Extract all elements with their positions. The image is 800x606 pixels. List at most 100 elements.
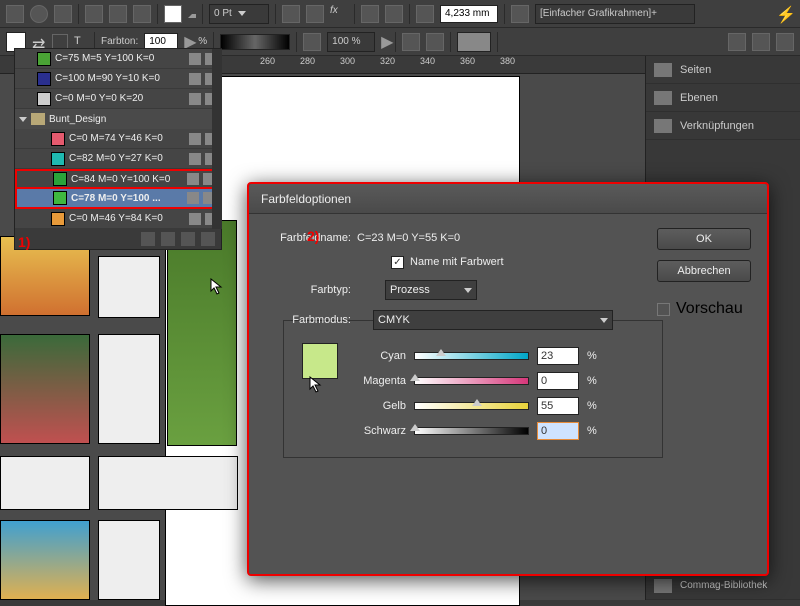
gradient-dropdown[interactable]: [220, 34, 290, 50]
ok-button[interactable]: OK: [657, 228, 751, 250]
swatch-folder[interactable]: Bunt_Design: [15, 109, 221, 129]
image-thumb[interactable]: [167, 220, 237, 446]
schwarz-slider[interactable]: [414, 427, 529, 435]
panel-tab-verknuepfungen[interactable]: Verknüpfungen: [646, 112, 800, 140]
panel-scrollbar[interactable]: [212, 49, 222, 229]
magenta-label: Magenta: [354, 375, 406, 387]
stroke-weight-dropdown[interactable]: 0 Pt: [209, 4, 269, 24]
new-swatch-btn[interactable]: [181, 232, 195, 246]
flash-icon[interactable]: ⚡: [776, 5, 794, 23]
annotation-1: 1): [18, 234, 30, 250]
folder-collapse-icon[interactable]: [19, 117, 27, 122]
swatch-type-icon: [189, 93, 201, 105]
swatch-row[interactable]: C=100 M=90 Y=10 K=0: [15, 69, 221, 89]
top-toolbar-1: 0 Pt fx [Einfacher Grafikrahmen]+ ⚡: [0, 0, 800, 28]
tool-icon[interactable]: [133, 5, 151, 23]
tool-icon[interactable]: [54, 5, 72, 23]
swatch-chip: [53, 191, 67, 205]
links-icon: [654, 119, 672, 133]
folder-icon: [31, 113, 45, 125]
farbtyp-label: Farbtyp:: [271, 284, 351, 296]
tool-icon[interactable]: [361, 5, 379, 23]
panel-tab-seiten[interactable]: Seiten: [646, 56, 800, 84]
image-thumb[interactable]: [98, 256, 160, 318]
delete-swatch-btn[interactable]: [201, 232, 215, 246]
tool-icon[interactable]: [776, 33, 794, 51]
cyan-value-input[interactable]: 23: [537, 347, 579, 365]
fx-icon[interactable]: [282, 5, 300, 23]
tool-icon[interactable]: [511, 5, 529, 23]
swatch-type-icon: [187, 192, 199, 204]
gelb-value-input[interactable]: 55: [537, 397, 579, 415]
swatch-chip: [37, 92, 51, 106]
cyan-slider-row: Cyan 23 %: [354, 343, 644, 368]
farbmodus-select[interactable]: CMYK: [373, 310, 613, 330]
farbtyp-select[interactable]: Prozess: [385, 280, 477, 300]
swatch-row[interactable]: C=84 M=0 Y=100 K=0: [15, 169, 221, 189]
swatch-row[interactable]: C=78 M=0 Y=100 ...: [15, 189, 221, 209]
farbmodus-label: Farbmodus:: [271, 314, 351, 326]
tool-icon[interactable]: [6, 5, 24, 23]
layers-icon: [654, 91, 672, 105]
tool-icon[interactable]: [109, 5, 127, 23]
magenta-slider-row: Magenta 0 %: [354, 368, 644, 393]
name-mit-farbwert-label: Name mit Farbwert: [410, 256, 504, 268]
image-thumb[interactable]: [98, 456, 238, 510]
panel-btn[interactable]: [141, 232, 155, 246]
image-thumb[interactable]: [0, 334, 90, 444]
image-thumb[interactable]: [0, 456, 90, 510]
measure-input[interactable]: [440, 5, 498, 23]
name-mit-farbwert-checkbox[interactable]: ✓: [391, 256, 404, 269]
swatch-chip: [51, 152, 65, 166]
vorschau-checkbox[interactable]: [657, 303, 670, 316]
image-thumb[interactable]: [98, 520, 160, 600]
magenta-slider[interactable]: [414, 377, 529, 385]
swatch-row[interactable]: C=0 M=46 Y=84 K=0: [15, 209, 221, 229]
image-thumb[interactable]: [0, 520, 90, 600]
vorschau-label: Vorschau: [676, 300, 743, 318]
swatch-row[interactable]: C=0 M=0 Y=0 K=20: [15, 89, 221, 109]
gelb-label: Gelb: [354, 400, 406, 412]
swatch-row[interactable]: C=82 M=0 Y=27 K=0: [15, 149, 221, 169]
tool-icon[interactable]: [30, 5, 48, 23]
tool-icon[interactable]: [303, 33, 321, 51]
tool-icon[interactable]: [416, 5, 434, 23]
text-icon[interactable]: T: [74, 35, 88, 49]
swap-icon[interactable]: ⇄: [32, 35, 46, 49]
frame-type-dropdown[interactable]: [Einfacher Grafikrahmen]+: [535, 4, 695, 24]
tool-icon[interactable]: [752, 33, 770, 51]
schwarz-label: Schwarz: [354, 425, 406, 437]
new-folder-btn[interactable]: [161, 232, 175, 246]
swatches-panel: C=75 M=5 Y=100 K=0C=100 M=90 Y=10 K=0C=0…: [14, 48, 222, 250]
schwarz-slider-row: Schwarz 0 %: [354, 418, 644, 443]
farbton-label: Farbton:: [101, 36, 138, 47]
swatch-type-icon: [189, 153, 201, 165]
tool-icon[interactable]: [85, 5, 103, 23]
schwarz-value-input[interactable]: 0: [537, 422, 579, 440]
cyan-slider[interactable]: [414, 352, 529, 360]
swatch-type-icon: [189, 133, 201, 145]
swatch-row[interactable]: C=0 M=74 Y=46 K=0: [15, 129, 221, 149]
opacity-dropdown[interactable]: 100 %: [327, 32, 375, 52]
swatch-chip: [51, 132, 65, 146]
gelb-slider-row: Gelb 55 %: [354, 393, 644, 418]
tool-icon[interactable]: [426, 33, 444, 51]
tool-icon[interactable]: [164, 5, 182, 23]
tool-icon[interactable]: [306, 5, 324, 23]
abbrechen-button[interactable]: Abbrechen: [657, 260, 751, 282]
cyan-label: Cyan: [354, 350, 406, 362]
tool-icon[interactable]: [402, 33, 420, 51]
swatch-row[interactable]: C=75 M=5 Y=100 K=0: [15, 49, 221, 69]
dropdown[interactable]: [457, 32, 491, 52]
gelb-slider[interactable]: [414, 402, 529, 410]
tool-icon[interactable]: fx: [330, 5, 348, 23]
annotation-2: 2): [307, 228, 319, 244]
library-icon: [654, 579, 672, 593]
panel-tab-ebenen[interactable]: Ebenen: [646, 84, 800, 112]
panel-tab-bibliothek[interactable]: Commag-Bibliothek: [646, 572, 800, 600]
swatch-chip: [37, 72, 51, 86]
tool-icon[interactable]: [385, 5, 403, 23]
image-thumb[interactable]: [98, 334, 160, 444]
tool-icon[interactable]: [728, 33, 746, 51]
magenta-value-input[interactable]: 0: [537, 372, 579, 390]
